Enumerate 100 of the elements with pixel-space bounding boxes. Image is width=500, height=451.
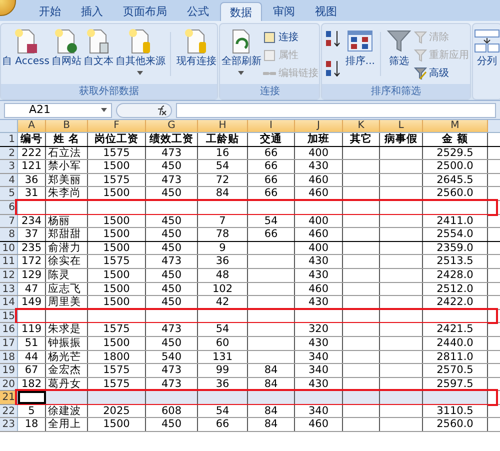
table-cell: 5 (18, 404, 46, 418)
table-cell: 陈灵 (46, 268, 88, 282)
table-cell: 1575 (88, 323, 146, 336)
table-cell (343, 214, 380, 228)
table-cell (295, 391, 343, 404)
ribbon-tab[interactable]: 公式 (178, 2, 218, 21)
sort-descending-icon (325, 60, 342, 78)
properties-icon (263, 48, 276, 62)
table-cell: 340 (295, 404, 343, 418)
table-cell (46, 391, 88, 404)
table-cell: 450 (146, 282, 198, 296)
row-header[interactable]: 11 (0, 255, 18, 268)
table-cell: 608 (146, 404, 198, 418)
row-header[interactable]: 13 (0, 282, 18, 296)
table-cell (380, 214, 423, 228)
row-header[interactable]: 17 (0, 336, 18, 350)
ribbon-button[interactable]: 排序... (344, 24, 376, 84)
row-header[interactable]: 20 (0, 378, 18, 390)
insert-function-button[interactable] (116, 102, 172, 118)
table-cell: 2411.0 (423, 214, 488, 228)
document-icon (85, 28, 112, 54)
table-cell (88, 391, 146, 404)
row-header[interactable]: 16 (0, 323, 18, 336)
table-cell: 1800 (88, 350, 146, 364)
row-header[interactable]: 7 (0, 214, 18, 228)
row-header[interactable]: 2 (0, 146, 18, 160)
table-cell: 郑美丽 (46, 174, 88, 186)
table-cell (423, 391, 488, 404)
table-cell: 杨光芒 (46, 350, 88, 364)
column-header[interactable]: I (248, 120, 295, 132)
row-header[interactable]: 8 (0, 228, 18, 241)
group-label: 获取外部数据 (1, 84, 218, 99)
column-header[interactable]: J (295, 120, 343, 132)
table-cell (343, 391, 380, 404)
ribbon-tab[interactable]: 审阅 (264, 2, 304, 21)
split-columns-icon (474, 28, 500, 54)
ribbon-button[interactable]: 自 Access (1, 24, 50, 84)
row-header[interactable]: 3 (0, 160, 18, 173)
row-header[interactable]: 1 (0, 133, 18, 146)
caret-icon (101, 108, 107, 112)
table-cell (18, 391, 46, 404)
column-header[interactable]: H (198, 120, 248, 132)
group-label: 排序和筛选 (322, 84, 470, 99)
ribbon-button[interactable]: 筛选 (384, 24, 413, 84)
column-header[interactable]: F (88, 120, 146, 132)
table-cell: 徐建波 (46, 404, 88, 418)
ribbon-button[interactable]: 自网站 (50, 24, 82, 84)
name-box[interactable]: A21 (4, 102, 112, 118)
table-cell: 54 (248, 214, 295, 228)
advanced-filter-icon (414, 66, 427, 80)
column-header[interactable]: B (46, 120, 88, 132)
row-header[interactable]: 23 (0, 418, 18, 432)
row-header[interactable]: 10 (0, 242, 18, 254)
ribbon-tab[interactable]: 插入 (72, 2, 112, 21)
ribbon-button[interactable]: 全部刷新 (220, 24, 262, 84)
table-cell: 朱求是 (46, 323, 88, 336)
column-header[interactable]: G (146, 120, 198, 132)
row-header[interactable]: 19 (0, 364, 18, 377)
row-header[interactable]: 14 (0, 296, 18, 309)
ribbon-button[interactable]: 现有连接 (175, 24, 218, 84)
table-cell (343, 404, 380, 418)
table-cell (343, 350, 380, 364)
row-header[interactable]: 18 (0, 350, 18, 364)
ribbon-tab[interactable]: 视图 (306, 2, 346, 21)
formula-field[interactable] (176, 102, 496, 118)
table-cell: 徐实在 (46, 255, 88, 268)
ribbon-small-button[interactable]: 连接 (262, 28, 320, 46)
column-header[interactable]: M (423, 120, 488, 132)
table-cell (198, 391, 248, 404)
row-header[interactable]: 4 (0, 174, 18, 186)
column-header[interactable]: A (18, 120, 46, 132)
table-cell: 7 (198, 214, 248, 228)
table-cell: 47 (18, 282, 46, 296)
ribbon-small-button[interactable]: 高级 (412, 64, 470, 82)
ribbon-tab[interactable]: 数据 (220, 2, 262, 21)
ribbon-button[interactable]: 自文本 (82, 24, 114, 84)
ribbon-tab[interactable]: 页面布局 (114, 2, 176, 21)
ribbon-button[interactable]: 分列 (472, 24, 500, 99)
ribbon-tab[interactable]: 开始 (30, 2, 70, 21)
table-cell: 320 (295, 323, 343, 336)
table-cell: 编号 (18, 133, 46, 146)
connection-icon (263, 30, 276, 44)
column-header[interactable]: L (380, 120, 423, 132)
column-header[interactable]: K (343, 120, 380, 132)
table-cell: 周里美 (46, 296, 88, 309)
document-icon (12, 28, 39, 54)
table-cell: 禁小军 (46, 160, 88, 173)
row-header[interactable]: 22 (0, 404, 18, 418)
caret-icon (238, 70, 244, 74)
table-cell: 钟振振 (46, 336, 88, 350)
table-cell: 石立法 (46, 146, 88, 160)
table-cell: 450 (146, 214, 198, 228)
table-cell: 应志飞 (46, 282, 88, 296)
row-header[interactable]: 5 (0, 187, 18, 200)
table-cell: 400 (295, 214, 343, 228)
function-icon (155, 104, 167, 116)
table-cell: 54 (198, 323, 248, 336)
table-cell: 2025 (88, 404, 146, 418)
row-header[interactable]: 12 (0, 268, 18, 282)
ribbon-button[interactable]: 自其他来源 (114, 24, 166, 84)
